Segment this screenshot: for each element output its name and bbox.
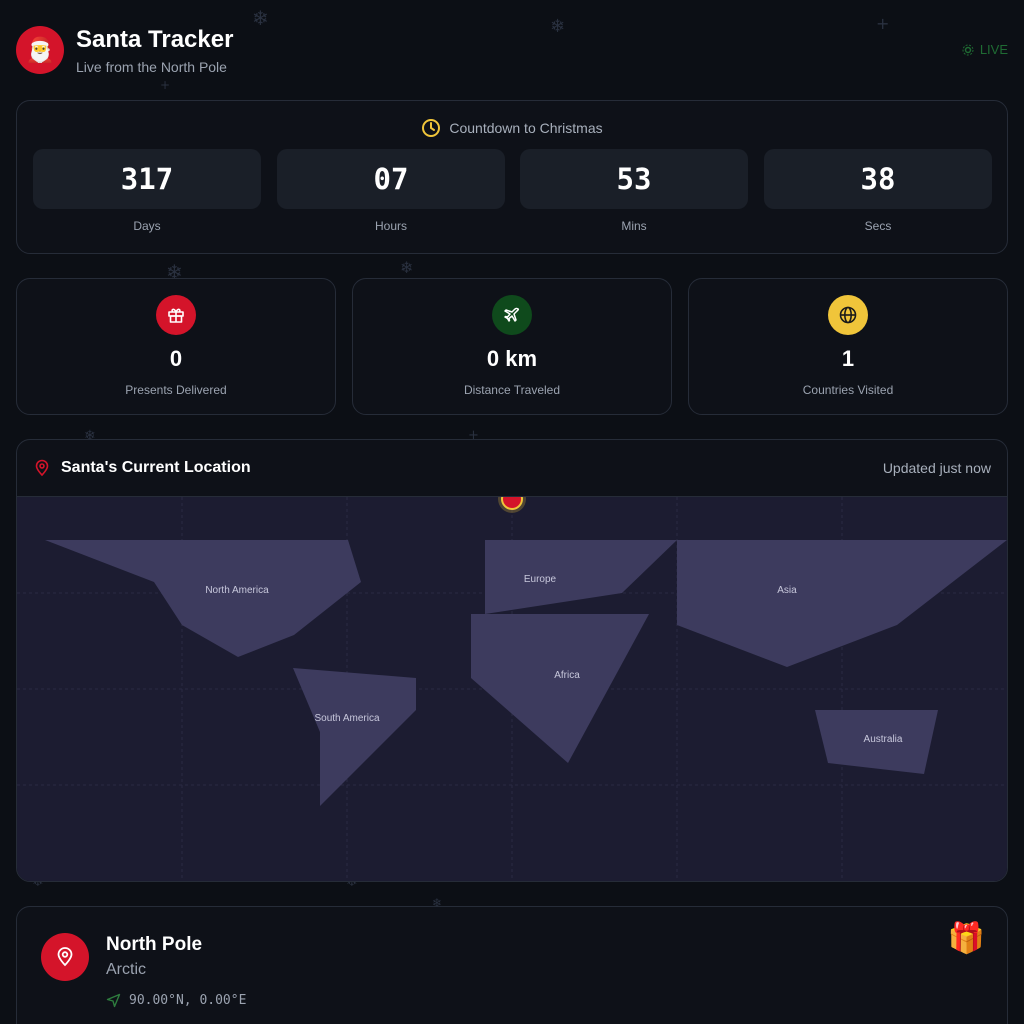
countdown-hours-label: Hours (374, 219, 407, 233)
location-name: North Pole (106, 934, 203, 955)
snowflake-icon: + (160, 78, 171, 92)
map-header: Santa's Current Location Updated just no… (17, 440, 1007, 497)
location-card: North Pole Arctic 90.00°N, 0.00°E 🎁 (16, 906, 1008, 1024)
countdown-secs-value: 38 (764, 149, 992, 209)
map-title: Santa's Current Location (61, 459, 251, 476)
label-south-america: South America (314, 713, 379, 724)
presents-delivered-value: 0 (169, 346, 183, 371)
clock-icon (422, 119, 441, 137)
label-europe: Europe (524, 574, 557, 585)
live-indicator: LIVE (962, 42, 1008, 57)
countdown-mins-value: 53 (520, 149, 748, 209)
map-card: Santa's Current Location Updated just no… (16, 439, 1008, 882)
stat-card-presents: 0 Presents Delivered (16, 278, 336, 415)
plane-icon (492, 295, 532, 335)
stat-card-distance: 0 km Distance Traveled (352, 278, 672, 415)
gift-icon (156, 295, 196, 335)
continent-africa (471, 614, 649, 763)
continent-europe (485, 540, 677, 614)
countdown-header: Countdown to Christmas (17, 118, 1007, 138)
live-pulse-icon (962, 44, 974, 55)
countdown-secs-label: Secs (864, 219, 892, 233)
santa-marker[interactable] (498, 485, 526, 513)
countdown-title: Countdown to Christmas (449, 120, 603, 136)
countdown-card: Countdown to Christmas 317 Days 07 Hours… (16, 100, 1008, 254)
label-north-america: North America (205, 585, 269, 596)
map-pin-icon (35, 459, 49, 477)
world-map[interactable]: North America Europe Asia Africa South A… (17, 485, 1007, 881)
navigation-arrow-icon (106, 993, 121, 1008)
map-updated-status: Updated just now (882, 460, 991, 476)
live-label: LIVE (979, 42, 1008, 57)
snowflake-icon: ❄ (400, 258, 414, 277)
label-africa: Africa (554, 670, 580, 681)
location-region: Arctic (106, 961, 146, 978)
countdown-days-value: 317 (33, 149, 261, 209)
app-subtitle: Live from the North Pole (76, 59, 227, 75)
gift-box-icon: 🎁 (947, 922, 985, 955)
countdown-hours-value: 07 (277, 149, 505, 209)
app-header: 🎅 Santa Tracker Live from the North Pole… (16, 26, 1008, 76)
santa-logo-icon: 🎅 (16, 26, 64, 74)
continent-north-america (45, 540, 361, 657)
countries-visited-value: 1 (841, 346, 855, 371)
app-title: Santa Tracker (76, 26, 234, 53)
coordinates-text: 90.00°N, 0.00°E (129, 993, 247, 1008)
label-australia: Australia (864, 734, 903, 745)
presents-delivered-label: Presents Delivered (125, 383, 227, 397)
location-pin-icon (41, 933, 89, 981)
distance-traveled-label: Distance Traveled (463, 383, 561, 397)
globe-icon (828, 295, 868, 335)
label-asia: Asia (777, 585, 797, 596)
countdown-days-label: Days (133, 219, 161, 233)
countries-visited-label: Countries Visited (802, 383, 894, 397)
distance-traveled-value: 0 km (486, 346, 538, 371)
stat-card-countries: 1 Countries Visited (688, 278, 1008, 415)
location-coordinates: 90.00°N, 0.00°E (106, 993, 246, 1008)
countdown-mins-label: Mins (621, 219, 647, 233)
